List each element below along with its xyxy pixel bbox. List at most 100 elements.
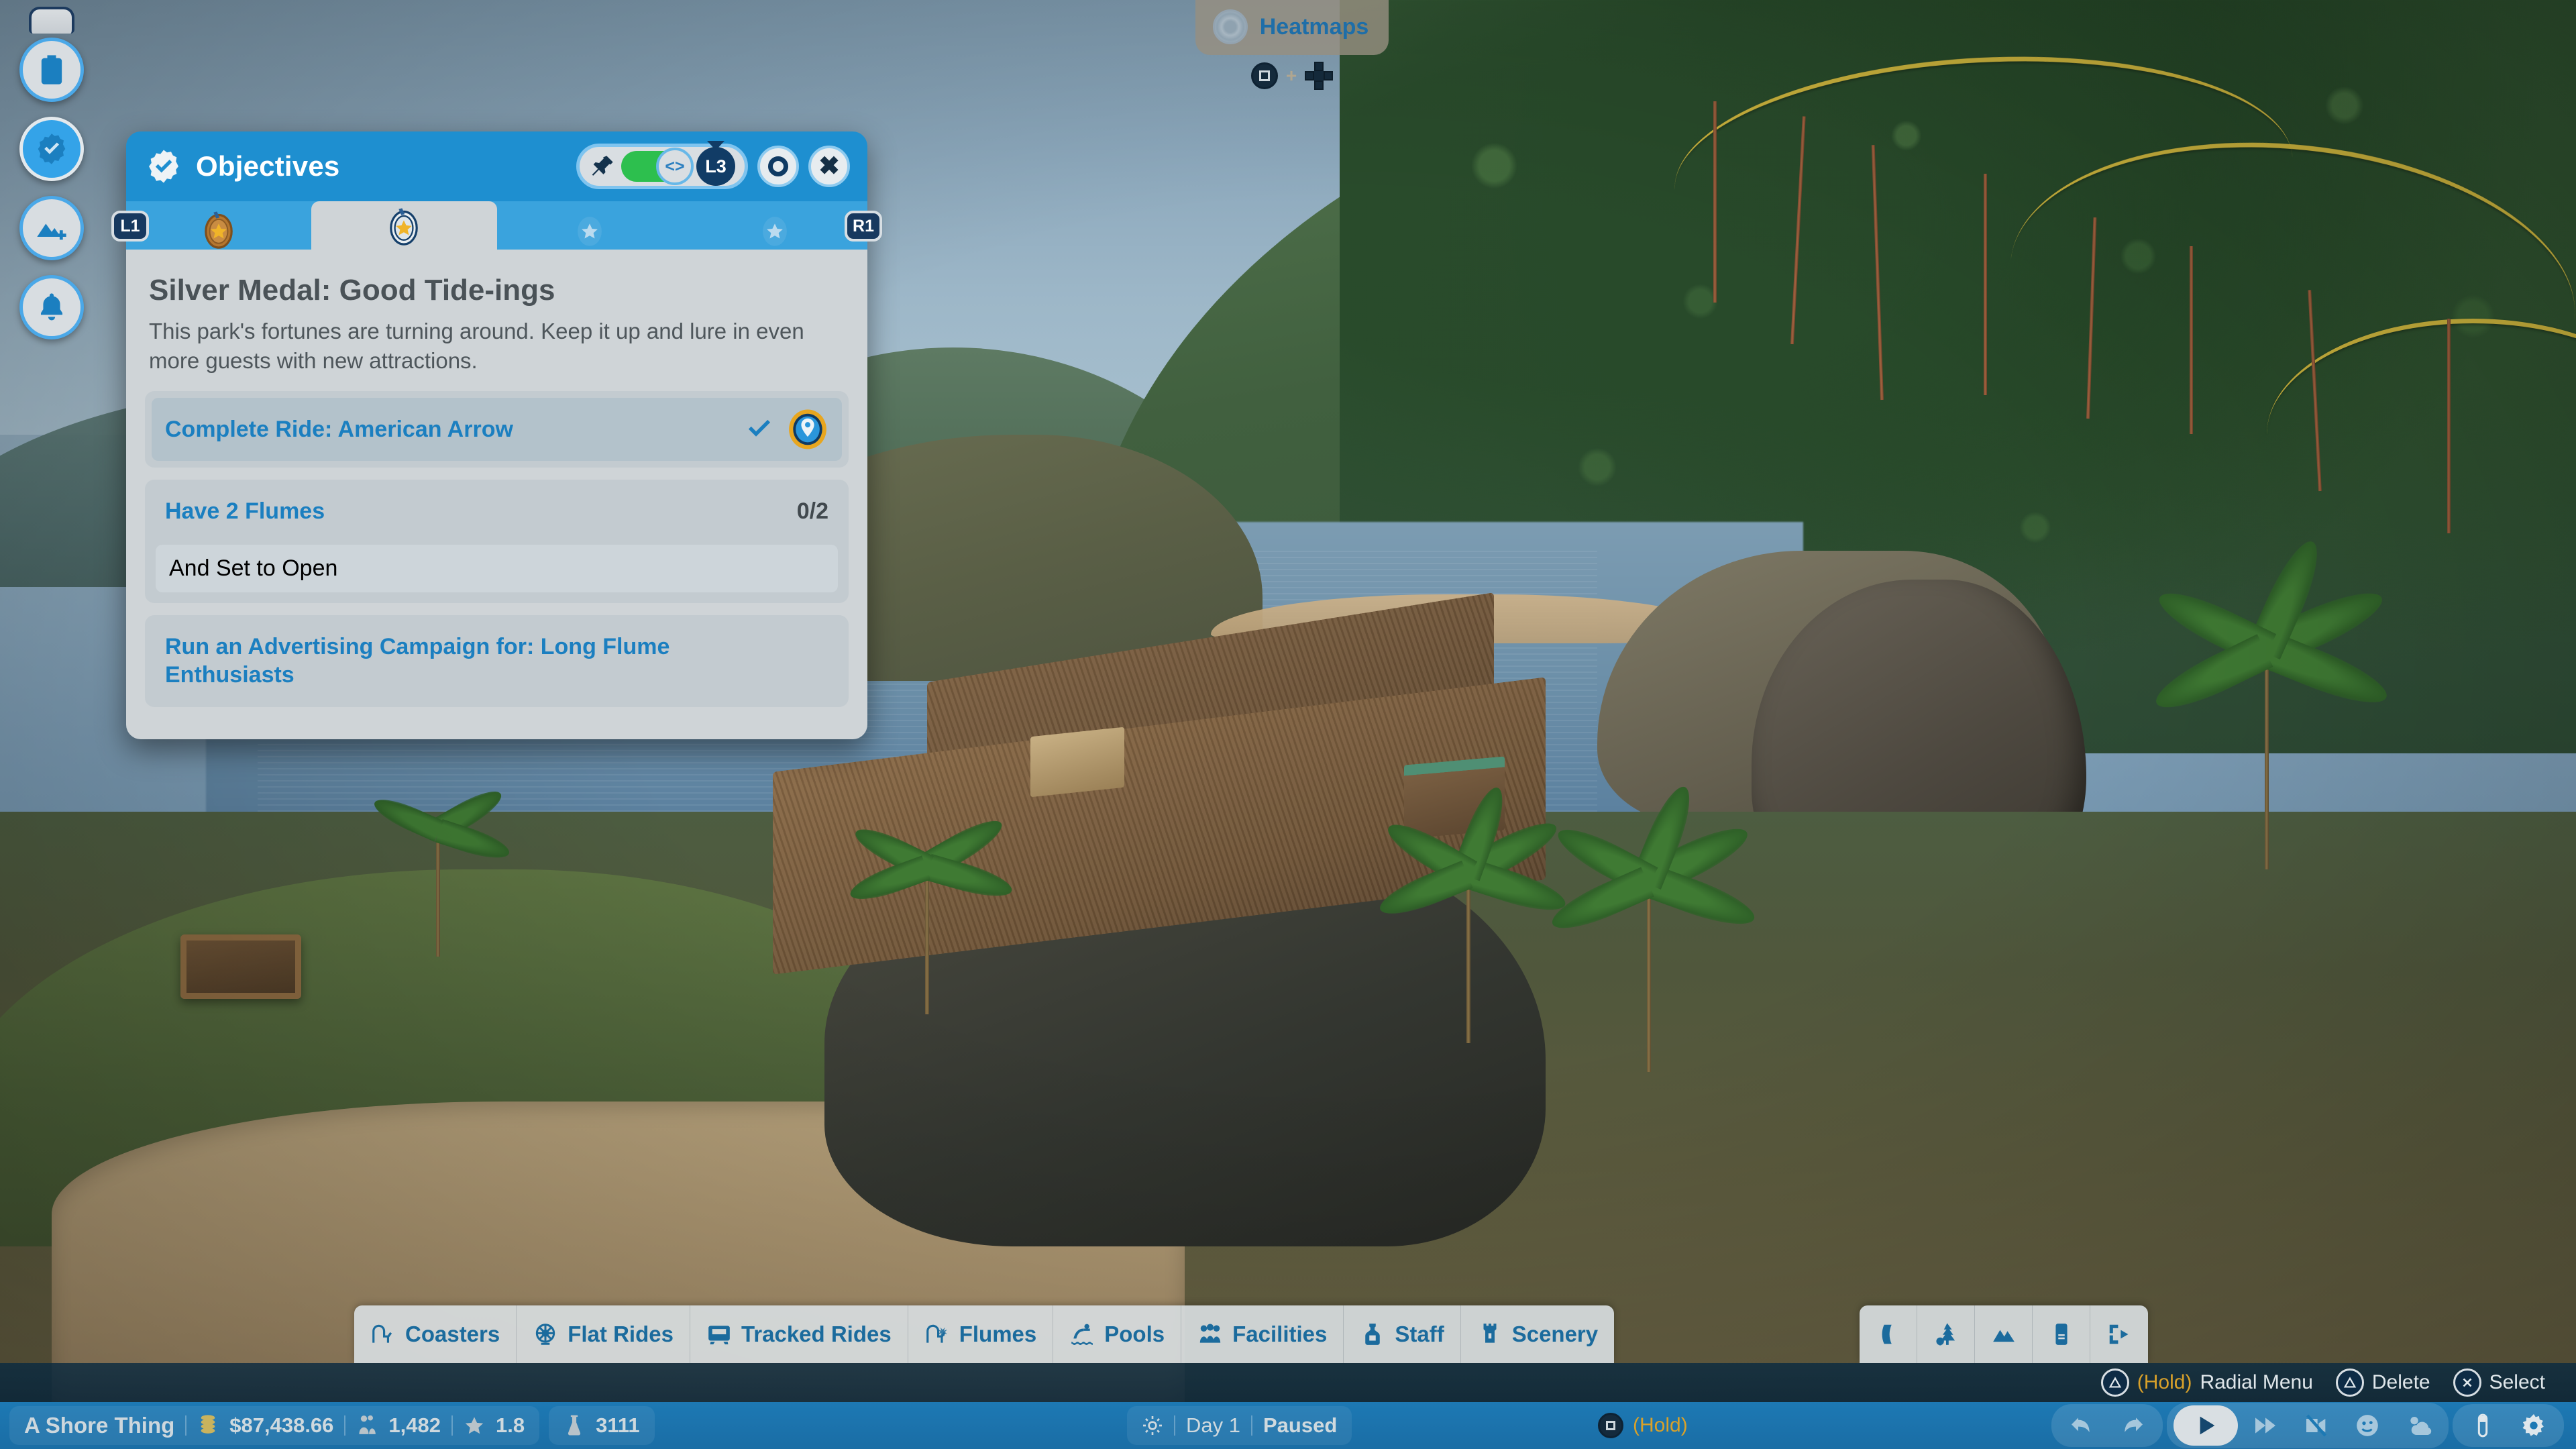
undo-icon <box>2068 1412 2095 1439</box>
objectives-panel[interactable]: Objectives <> L3 ✖ L1 <box>126 131 867 739</box>
pin-icon[interactable] <box>589 153 616 180</box>
bumper-r1: R1 <box>845 211 882 241</box>
playback-controls[interactable] <box>2051 1403 2564 1448</box>
build-label: Facilities <box>1232 1322 1327 1347</box>
tree-icon <box>1933 1322 1959 1347</box>
tab-silver-medal[interactable] <box>311 201 496 250</box>
objective-label: Complete Ride: American Arrow <box>165 415 513 444</box>
ferris-wheel-icon <box>533 1322 558 1347</box>
redo-icon <box>2119 1412 2146 1439</box>
redo-button[interactable] <box>2109 1407 2156 1444</box>
heatmaps-controller-hint: + <box>1178 62 1406 90</box>
weather-button[interactable] <box>2395 1407 2442 1444</box>
cross-button-icon <box>2453 1368 2481 1397</box>
toggle-knob[interactable]: <> <box>656 148 694 185</box>
objectives-header[interactable]: Objectives <> L3 ✖ <box>126 131 867 201</box>
guest-face-icon <box>2354 1412 2381 1439</box>
heatmaps-widget[interactable]: Heatmaps + <box>1178 0 1406 90</box>
time-pill[interactable]: Day 1 Paused <box>1127 1406 1352 1445</box>
controller-hint-bar: (Hold) Radial Menu Delete Select <box>0 1363 2576 1402</box>
park-name: A Shore Thing <box>24 1413 174 1438</box>
undo-redo-group[interactable] <box>2051 1404 2163 1447</box>
build-tool-path[interactable] <box>1860 1305 1917 1363</box>
bronze-medal-icon <box>201 207 236 250</box>
objectives-body: Silver Medal: Good Tide-ings This park's… <box>126 250 867 739</box>
camera-mute-button[interactable] <box>2293 1407 2340 1444</box>
speed-controls-group[interactable] <box>2167 1403 2449 1448</box>
status-bar[interactable]: A Shore Thing $87,438.66 1,482 1.8 3111 <box>0 1402 2576 1449</box>
time-group[interactable]: Day 1 Paused <box>1127 1406 1352 1445</box>
undo-button[interactable] <box>2058 1407 2105 1444</box>
build-tools-group[interactable] <box>1860 1305 2148 1363</box>
objective-group: Complete Ride: American Arrow <box>145 391 849 468</box>
build-item-tracked-rides[interactable]: Tracked Rides <box>690 1305 908 1363</box>
hint-radial-menu: (Hold) Radial Menu <box>2101 1368 2313 1397</box>
coaster-icon <box>370 1322 396 1347</box>
blueprint-icon <box>2049 1322 2074 1347</box>
objective-sub-label: And Set to Open <box>169 555 337 581</box>
build-item-flat-rides[interactable]: Flat Rides <box>517 1305 690 1363</box>
build-toolbar[interactable]: Coasters Flat Rides Tracked Rides Flumes <box>0 1305 2576 1363</box>
build-tool-foliage[interactable] <box>1917 1305 1975 1363</box>
fast-forward-button[interactable] <box>2242 1407 2289 1444</box>
build-category-group[interactable]: Coasters Flat Rides Tracked Rides Flumes <box>354 1305 1614 1363</box>
tab-bronze-medal[interactable] <box>126 208 311 250</box>
staff-icon <box>1360 1322 1385 1347</box>
tab-gold-medal[interactable] <box>497 208 682 250</box>
locate-pin-button[interactable] <box>787 409 828 450</box>
build-tool-terrain[interactable] <box>1975 1305 2033 1363</box>
hint-select: Select <box>2453 1368 2545 1397</box>
mountain-icon <box>1991 1322 2017 1347</box>
objectives-tabs[interactable]: L1 <box>126 201 867 250</box>
hint-label: Select <box>2489 1371 2545 1394</box>
plus-glyph: + <box>1286 65 1297 87</box>
path-icon <box>1876 1322 1901 1347</box>
build-tool-blueprint[interactable] <box>2033 1305 2090 1363</box>
camera-off-icon <box>2303 1412 2330 1439</box>
objectives-visibility-toggle[interactable]: <> <box>621 151 691 182</box>
build-item-coasters[interactable]: Coasters <box>354 1305 517 1363</box>
build-label: Staff <box>1395 1322 1444 1347</box>
guest-thoughts-button[interactable] <box>2344 1407 2391 1444</box>
build-item-flumes[interactable]: Flumes <box>908 1305 1054 1363</box>
objective-row-advertising-campaign[interactable]: Run an Advertising Campaign for: Long Fl… <box>152 622 842 700</box>
play-icon <box>2192 1412 2219 1439</box>
objective-row-complete-ride[interactable]: Complete Ride: American Arrow <box>152 398 842 461</box>
build-item-pools[interactable]: Pools <box>1053 1305 1181 1363</box>
medal-description: This park's fortunes are turning around.… <box>149 317 845 375</box>
build-tool-expand[interactable] <box>2090 1305 2148 1363</box>
tab-platinum-medal[interactable] <box>682 208 867 250</box>
sidebar-item-management[interactable] <box>19 38 84 102</box>
close-button[interactable]: ✖ <box>808 146 850 187</box>
sidebar-item-notifications[interactable] <box>19 275 84 339</box>
settings-group[interactable] <box>2453 1404 2564 1447</box>
flume-icon <box>924 1322 950 1347</box>
play-button[interactable] <box>2174 1405 2238 1446</box>
pin-toggle-group[interactable]: <> L3 <box>576 144 748 189</box>
hint-label: Delete <box>2372 1371 2430 1394</box>
objective-row-have-flumes[interactable]: Have 2 Flumes 0/2 <box>152 486 842 537</box>
build-label: Scenery <box>1512 1322 1598 1347</box>
build-item-staff[interactable]: Staff <box>1344 1305 1460 1363</box>
sun-icon <box>1142 1413 1163 1438</box>
castle-tower-icon <box>1477 1322 1503 1347</box>
expand-icon <box>2106 1322 2132 1347</box>
coaster-support <box>2447 319 2451 533</box>
build-item-scenery[interactable]: Scenery <box>1461 1305 1614 1363</box>
speed-state: Paused <box>1263 1413 1337 1438</box>
hint-hold-label: (Hold) <box>2137 1371 2192 1394</box>
sidebar-item-objectives[interactable] <box>19 117 84 181</box>
guests-icon <box>356 1413 378 1438</box>
objective-subcondition: And Set to Open <box>156 545 838 592</box>
sidebar-drag-tab[interactable] <box>29 7 74 34</box>
objectives-header-actions[interactable]: <> L3 ✖ <box>576 144 850 189</box>
sidebar-item-scenery-add[interactable] <box>19 196 84 260</box>
build-item-facilities[interactable]: Facilities <box>1181 1305 1344 1363</box>
clipboard-icon <box>34 52 69 87</box>
heatmaps-button[interactable]: Heatmaps <box>1195 0 1389 55</box>
left-sidebar[interactable] <box>15 7 89 354</box>
gear-icon <box>2520 1412 2547 1439</box>
thermometer-button[interactable] <box>2459 1407 2506 1444</box>
focus-button[interactable] <box>757 146 799 187</box>
settings-button[interactable] <box>2510 1407 2557 1444</box>
